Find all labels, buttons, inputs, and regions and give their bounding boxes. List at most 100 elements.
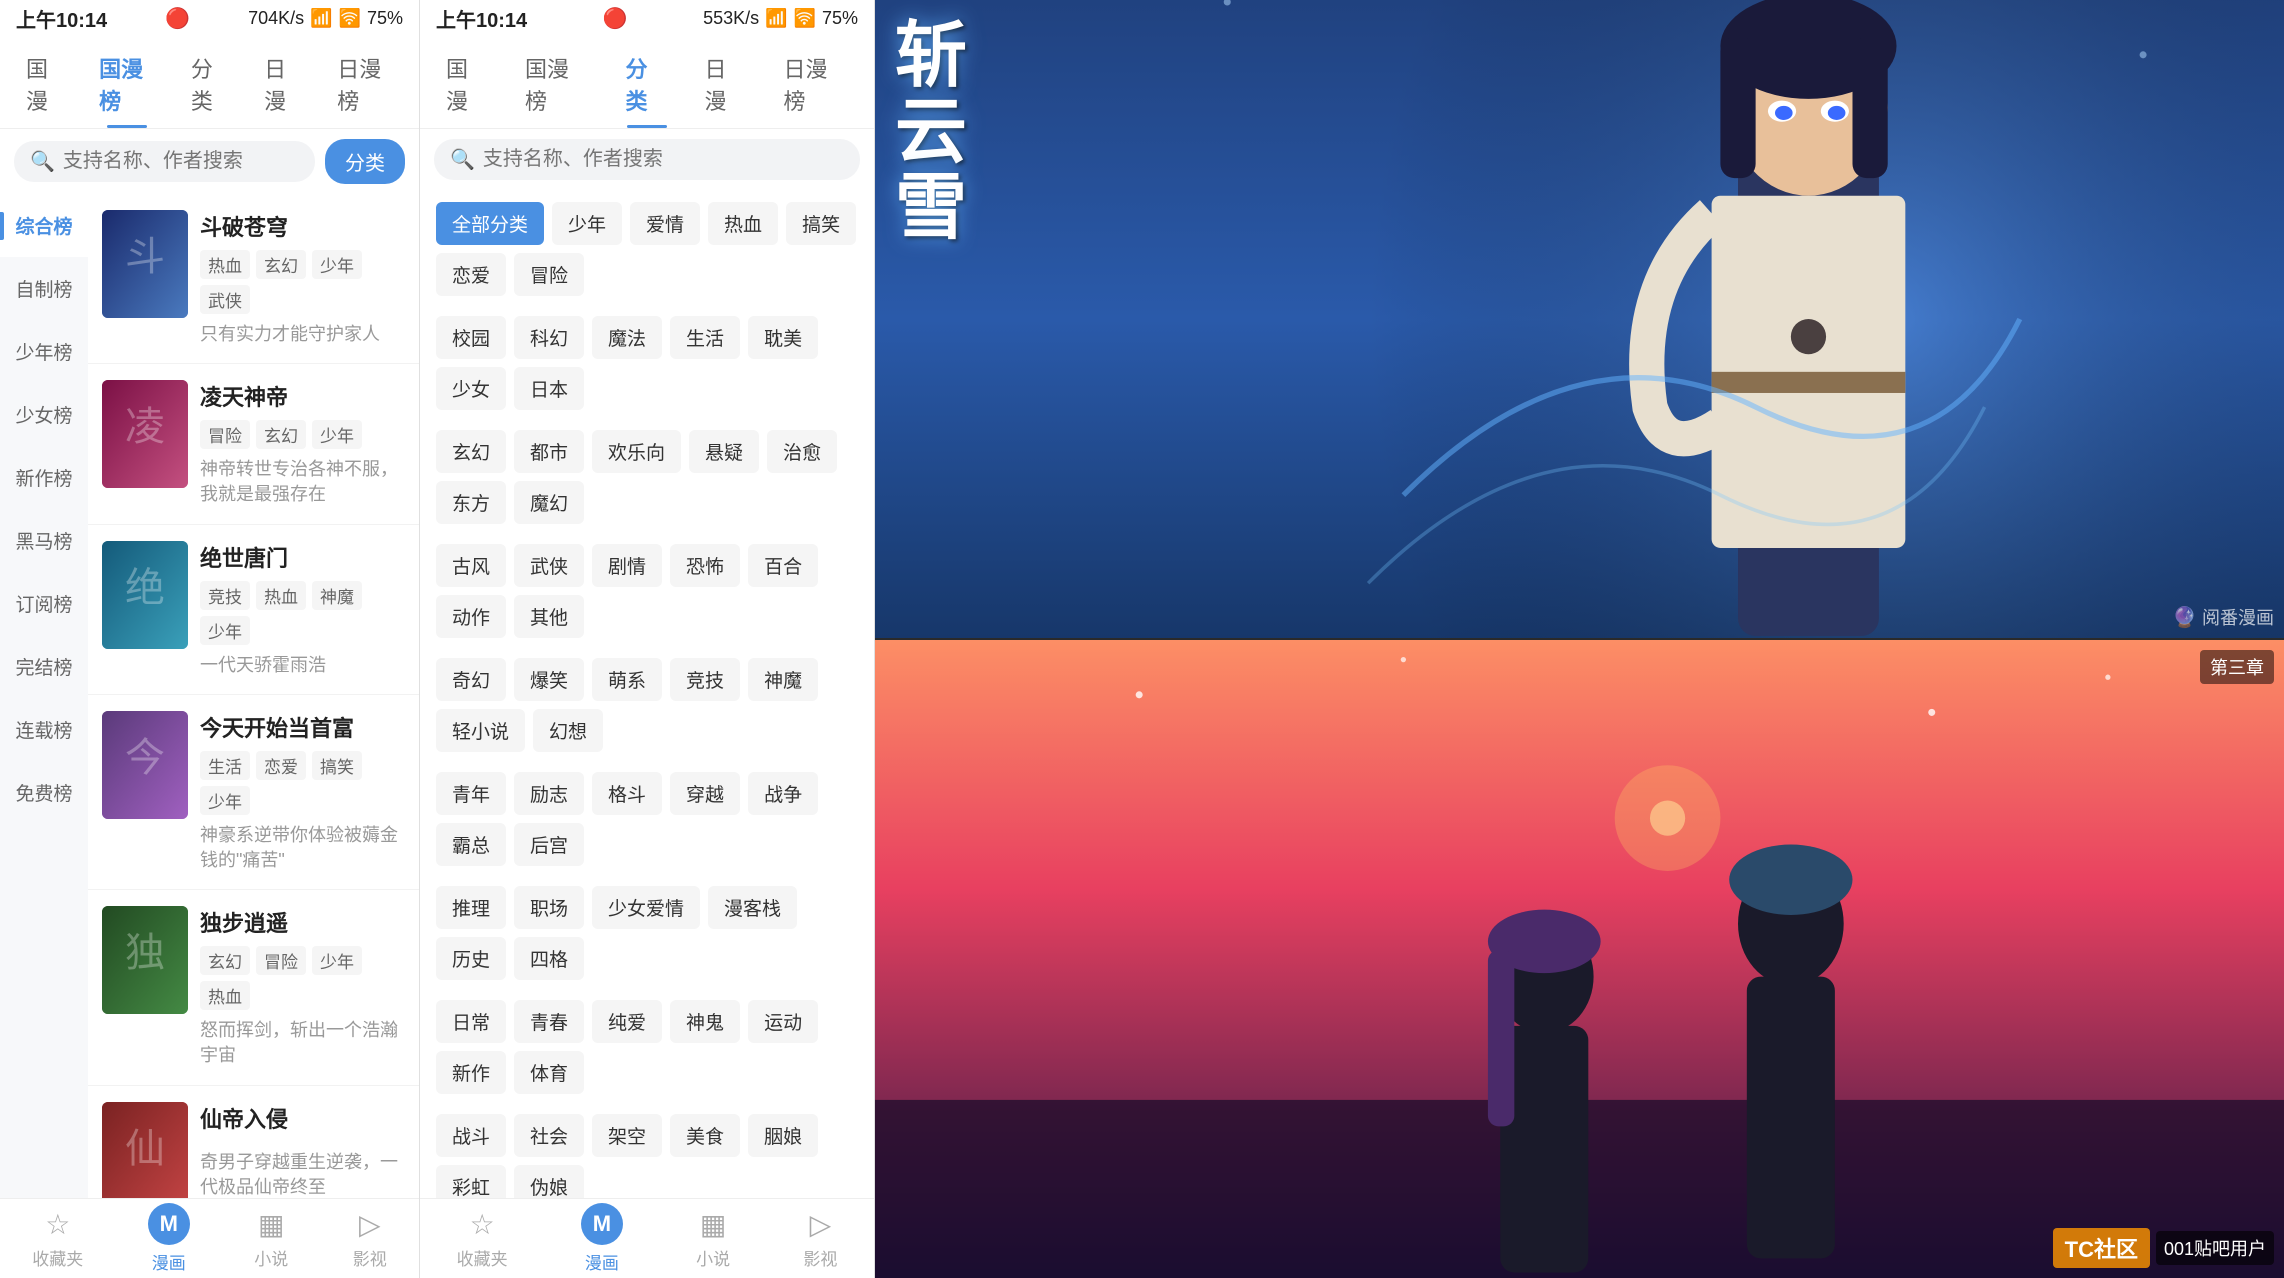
- sidebar-item-1[interactable]: 自制榜: [0, 257, 88, 320]
- bottom-nav-video-left[interactable]: ▷ 影视: [353, 1208, 387, 1270]
- cat-rexue[interactable]: 热血: [708, 202, 778, 245]
- cat-jingji[interactable]: 竞技: [670, 658, 740, 701]
- bottom-nav-video-mid[interactable]: ▷ 影视: [803, 1208, 837, 1270]
- search-input-left[interactable]: [63, 150, 299, 173]
- sidebar-item-8[interactable]: 连载榜: [0, 698, 88, 761]
- cat-zhanzheng[interactable]: 战争: [748, 772, 818, 815]
- search-input-mid[interactable]: [483, 148, 844, 171]
- cat-wuxia[interactable]: 武侠: [514, 544, 584, 587]
- tab-rimanbang-mid[interactable]: 日漫榜: [766, 36, 867, 128]
- cat-shaonvaiqing[interactable]: 少女爱情: [592, 886, 700, 929]
- cat-sige[interactable]: 四格: [514, 937, 584, 980]
- cat-yundong[interactable]: 运动: [748, 1000, 818, 1043]
- search-input-wrap-mid[interactable]: 🔍: [434, 139, 860, 180]
- cat-chuanyue[interactable]: 穿越: [670, 772, 740, 815]
- manga-item-4[interactable]: 独 独步逍遥 玄幻 冒险 少年 热血 怒而挥剑，斩出一个浩瀚宇宙: [88, 890, 419, 1085]
- manga-item-2[interactable]: 绝 绝世唐门 竞技 热血 神魔 少年 一代天骄霍雨浩: [88, 525, 419, 695]
- cat-dongzuo[interactable]: 动作: [436, 595, 506, 638]
- search-input-wrap-left[interactable]: 🔍: [14, 141, 315, 182]
- cat-kongbu[interactable]: 恐怖: [670, 544, 740, 587]
- cat-qingxiaoshuo[interactable]: 轻小说: [436, 709, 525, 752]
- cat-bazong[interactable]: 霸总: [436, 823, 506, 866]
- cat-gaoxiao[interactable]: 搞笑: [786, 202, 856, 245]
- cat-shengui[interactable]: 神鬼: [670, 1000, 740, 1043]
- tab-riman-left[interactable]: 日漫: [246, 36, 319, 128]
- cat-shehui[interactable]: 社会: [514, 1114, 584, 1157]
- cat-danmei[interactable]: 耽美: [748, 316, 818, 359]
- cat-shaonv[interactable]: 少女: [436, 367, 506, 410]
- cat-mengxi[interactable]: 萌系: [592, 658, 662, 701]
- cat-gufeng[interactable]: 古风: [436, 544, 506, 587]
- cat-qingnian[interactable]: 青年: [436, 772, 506, 815]
- sidebar-item-0[interactable]: 综合榜: [0, 194, 88, 257]
- cat-richang[interactable]: 日常: [436, 1000, 506, 1043]
- bottom-nav-favorites-left[interactable]: ☆ 收藏夹: [32, 1208, 83, 1270]
- tab-guoman-left[interactable]: 国漫: [8, 36, 81, 128]
- bottom-anime-image[interactable]: 第三章 TC社区 001贴吧用户: [875, 640, 2284, 1278]
- sidebar-item-4[interactable]: 新作榜: [0, 446, 88, 509]
- cat-zhandou[interactable]: 战斗: [436, 1114, 506, 1157]
- cat-weiniang[interactable]: 伪娘: [514, 1165, 584, 1198]
- cat-shenghuo[interactable]: 生活: [670, 316, 740, 359]
- cat-mohuan[interactable]: 魔幻: [514, 481, 584, 524]
- sidebar-item-9[interactable]: 免费榜: [0, 761, 88, 824]
- cat-jiakong[interactable]: 架空: [592, 1114, 662, 1157]
- bottom-nav-manga-left[interactable]: M 漫画: [148, 1203, 190, 1274]
- classify-button-left[interactable]: 分类: [325, 139, 405, 184]
- cat-hougong[interactable]: 后宫: [514, 823, 584, 866]
- bottom-nav-favorites-mid[interactable]: ☆ 收藏夹: [457, 1208, 508, 1270]
- cat-all[interactable]: 全部分类: [436, 202, 544, 245]
- cat-shaonian[interactable]: 少年: [552, 202, 622, 245]
- cat-huanxiang[interactable]: 幻想: [533, 709, 603, 752]
- tab-fenlei-left[interactable]: 分类: [173, 36, 246, 128]
- manga-item-1[interactable]: 凌 凌天神帝 冒险 玄幻 少年 神帝转世专治各神不服，我就是最强存在: [88, 364, 419, 524]
- cat-xuanyi[interactable]: 悬疑: [689, 430, 759, 473]
- cat-xiaoyuan[interactable]: 校园: [436, 316, 506, 359]
- tab-guomanbang-left[interactable]: 国漫榜: [81, 36, 173, 128]
- cat-tuili[interactable]: 推理: [436, 886, 506, 929]
- sidebar-item-2[interactable]: 少年榜: [0, 320, 88, 383]
- cat-yanniang[interactable]: 胭娘: [748, 1114, 818, 1157]
- sidebar-item-6[interactable]: 订阅榜: [0, 572, 88, 635]
- cat-maoxian[interactable]: 冒险: [514, 253, 584, 296]
- cat-aiqing[interactable]: 爱情: [630, 202, 700, 245]
- cat-mankezhan[interactable]: 漫客栈: [708, 886, 797, 929]
- cat-baoxiao[interactable]: 爆笑: [514, 658, 584, 701]
- tab-guoman-mid[interactable]: 国漫: [428, 36, 507, 128]
- tab-fenlei-mid[interactable]: 分类: [608, 36, 687, 128]
- cat-xuanhuan[interactable]: 玄幻: [436, 430, 506, 473]
- top-anime-image[interactable]: 斩 云 雪 🔮 阅番漫画: [875, 0, 2284, 640]
- bottom-nav-manga-mid[interactable]: M 漫画: [581, 1203, 623, 1274]
- cat-lianai[interactable]: 恋爱: [436, 253, 506, 296]
- manga-item-3[interactable]: 今 今天开始当首富 生活 恋爱 搞笑 少年 神豪系逆带你体验被薅金钱的"痛苦": [88, 695, 419, 890]
- sidebar-item-3[interactable]: 少女榜: [0, 383, 88, 446]
- cat-huanle[interactable]: 欢乐向: [592, 430, 681, 473]
- cat-lishi[interactable]: 历史: [436, 937, 506, 980]
- manga-item-5[interactable]: 仙 仙帝入侵 奇男子穿越重生逆袭，一代极品仙帝终至: [88, 1086, 419, 1199]
- cat-qihuan[interactable]: 奇幻: [436, 658, 506, 701]
- cat-juqing[interactable]: 剧情: [592, 544, 662, 587]
- cat-baihe[interactable]: 百合: [748, 544, 818, 587]
- cat-dushi[interactable]: 都市: [514, 430, 584, 473]
- bottom-nav-novel-left[interactable]: ▦ 小说: [254, 1208, 288, 1270]
- cat-mofa[interactable]: 魔法: [592, 316, 662, 359]
- cat-dongfang[interactable]: 东方: [436, 481, 506, 524]
- cat-gedou[interactable]: 格斗: [592, 772, 662, 815]
- tab-guomanbang-mid[interactable]: 国漫榜: [507, 36, 608, 128]
- cat-tiyu[interactable]: 体育: [514, 1051, 584, 1094]
- cat-meishi[interactable]: 美食: [670, 1114, 740, 1157]
- tab-riman-mid[interactable]: 日漫: [687, 36, 766, 128]
- cat-caihong[interactable]: 彩虹: [436, 1165, 506, 1198]
- cat-xinzuo[interactable]: 新作: [436, 1051, 506, 1094]
- sidebar-item-7[interactable]: 完结榜: [0, 635, 88, 698]
- cat-shenmao[interactable]: 神魔: [748, 658, 818, 701]
- cat-chunai[interactable]: 纯爱: [592, 1000, 662, 1043]
- cat-lizhi[interactable]: 励志: [514, 772, 584, 815]
- sidebar-item-5[interactable]: 黑马榜: [0, 509, 88, 572]
- cat-qita[interactable]: 其他: [514, 595, 584, 638]
- cat-zhichang[interactable]: 职场: [514, 886, 584, 929]
- cat-zhiyu[interactable]: 治愈: [767, 430, 837, 473]
- manga-item-0[interactable]: 斗 斗破苍穹 热血 玄幻 少年 武侠 只有实力才能守护家人: [88, 194, 419, 364]
- tab-rimanbang-left[interactable]: 日漫榜: [319, 36, 411, 128]
- cat-riben[interactable]: 日本: [514, 367, 584, 410]
